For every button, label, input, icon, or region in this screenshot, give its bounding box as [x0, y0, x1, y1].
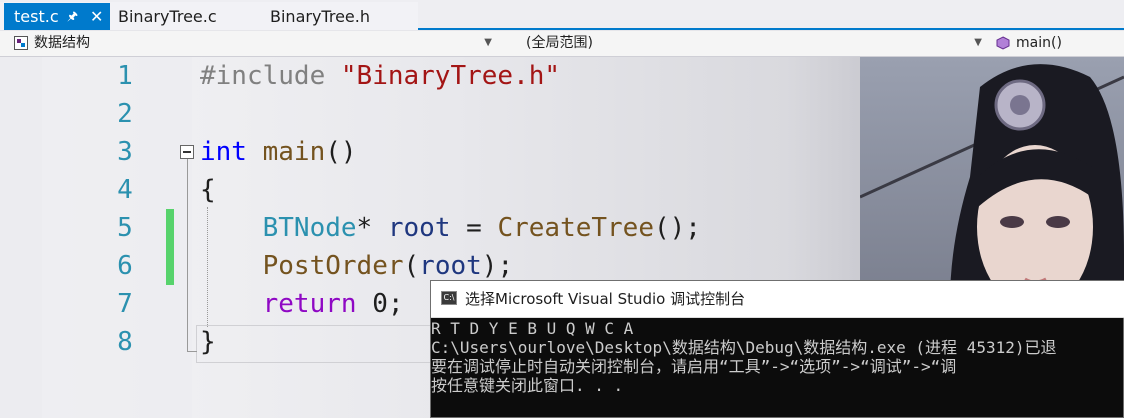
line-number: 5	[117, 213, 133, 243]
console-app-icon: C:\	[441, 291, 457, 305]
navigation-bar: 数据结构 ▼ (全局范围) ▼ main()	[0, 31, 1124, 57]
debug-console-window[interactable]: C:\ 选择Microsoft Visual Studio 调试控制台 R T …	[430, 280, 1124, 418]
tab-label: test.c	[14, 7, 59, 26]
console-line: 按任意键关闭此窗口. . .	[431, 376, 624, 395]
code-line-4[interactable]: {	[200, 171, 216, 209]
keyword: int	[200, 137, 247, 167]
member-dropdown[interactable]: main()	[992, 33, 1124, 53]
code-line-7[interactable]: return 0;	[200, 285, 404, 323]
function-call: CreateTree	[497, 213, 654, 243]
console-line: 要在调试停止时自动关闭控制台，请启用“工具”->“选项”->“调试”->“调	[431, 357, 957, 376]
brace: }	[200, 327, 216, 357]
tab-binarytree-c[interactable]: BinaryTree.c	[118, 3, 217, 30]
collapse-toggle-icon[interactable]	[180, 145, 194, 159]
line-number: 3	[117, 137, 133, 167]
outline-line	[187, 159, 188, 351]
change-indicator-bar	[166, 209, 174, 285]
tab-test-c[interactable]: test.c 🖈 ✕	[4, 3, 110, 30]
type-name: BTNode	[262, 213, 357, 243]
code-line-1[interactable]: #include "BinaryTree.h"	[200, 57, 560, 95]
line-number: 8	[117, 327, 133, 357]
line-number: 4	[117, 175, 133, 205]
punctuation: (	[403, 251, 420, 281]
project-icon	[14, 36, 28, 50]
chevron-down-icon: ▼	[484, 37, 492, 48]
project-dropdown[interactable]: 数据结构 ▼	[10, 33, 496, 53]
punctuation: ();	[654, 213, 701, 243]
tab-label: BinaryTree.c	[118, 7, 217, 26]
console-title: 选择Microsoft Visual Studio 调试控制台	[465, 290, 746, 308]
function-name: main	[262, 137, 326, 167]
string-literal: "BinaryTree.h"	[340, 61, 561, 91]
indicator-margin	[0, 57, 42, 418]
scope-dropdown[interactable]: (全局范围) ▼	[512, 33, 986, 53]
console-output: R T D Y E B U Q W C A C:\Users\ourlove\De…	[431, 319, 1056, 395]
line-number: 6	[117, 251, 133, 281]
operator: =	[450, 213, 498, 243]
variable: root	[419, 251, 482, 281]
console-title-bar[interactable]: C:\ 选择Microsoft Visual Studio 调试控制台	[431, 281, 1124, 318]
close-icon[interactable]: ✕	[90, 3, 103, 30]
console-line: C:\Users\ourlove\Desktop\数据结构\Debug\数据结构…	[431, 338, 1057, 357]
tab-binarytree-h[interactable]: BinaryTree.h	[270, 3, 370, 30]
scope-label: (全局范围)	[526, 35, 593, 51]
outline-end	[187, 351, 197, 352]
console-line: R T D Y E B U Q W C A	[431, 319, 634, 338]
code-line-5[interactable]: BTNode* root = CreateTree();	[200, 209, 701, 247]
project-label: 数据结构	[34, 35, 90, 51]
function-call: PostOrder	[262, 251, 404, 281]
brace: {	[200, 175, 216, 205]
pin-icon[interactable]: 🖈	[67, 3, 78, 30]
punctuation: ()	[325, 137, 357, 167]
line-number: 1	[117, 61, 133, 91]
method-cube-icon	[996, 36, 1010, 50]
document-tab-strip: test.c 🖈 ✕ BinaryTree.c BinaryTree.h	[0, 0, 1124, 30]
tab-label: BinaryTree.h	[270, 7, 370, 26]
preprocessor-directive: #include	[200, 61, 341, 91]
code-line-8[interactable]: }	[200, 323, 216, 361]
chevron-down-icon: ▼	[974, 37, 982, 48]
pointer: *	[356, 213, 388, 243]
literal: 0;	[356, 289, 404, 319]
member-label: main()	[1016, 35, 1062, 51]
variable: root	[387, 213, 451, 243]
line-number: 2	[117, 99, 133, 129]
code-line-3[interactable]: int main()	[200, 133, 357, 171]
punctuation: );	[481, 251, 514, 281]
line-number: 7	[117, 289, 133, 319]
keyword: return	[262, 289, 357, 319]
